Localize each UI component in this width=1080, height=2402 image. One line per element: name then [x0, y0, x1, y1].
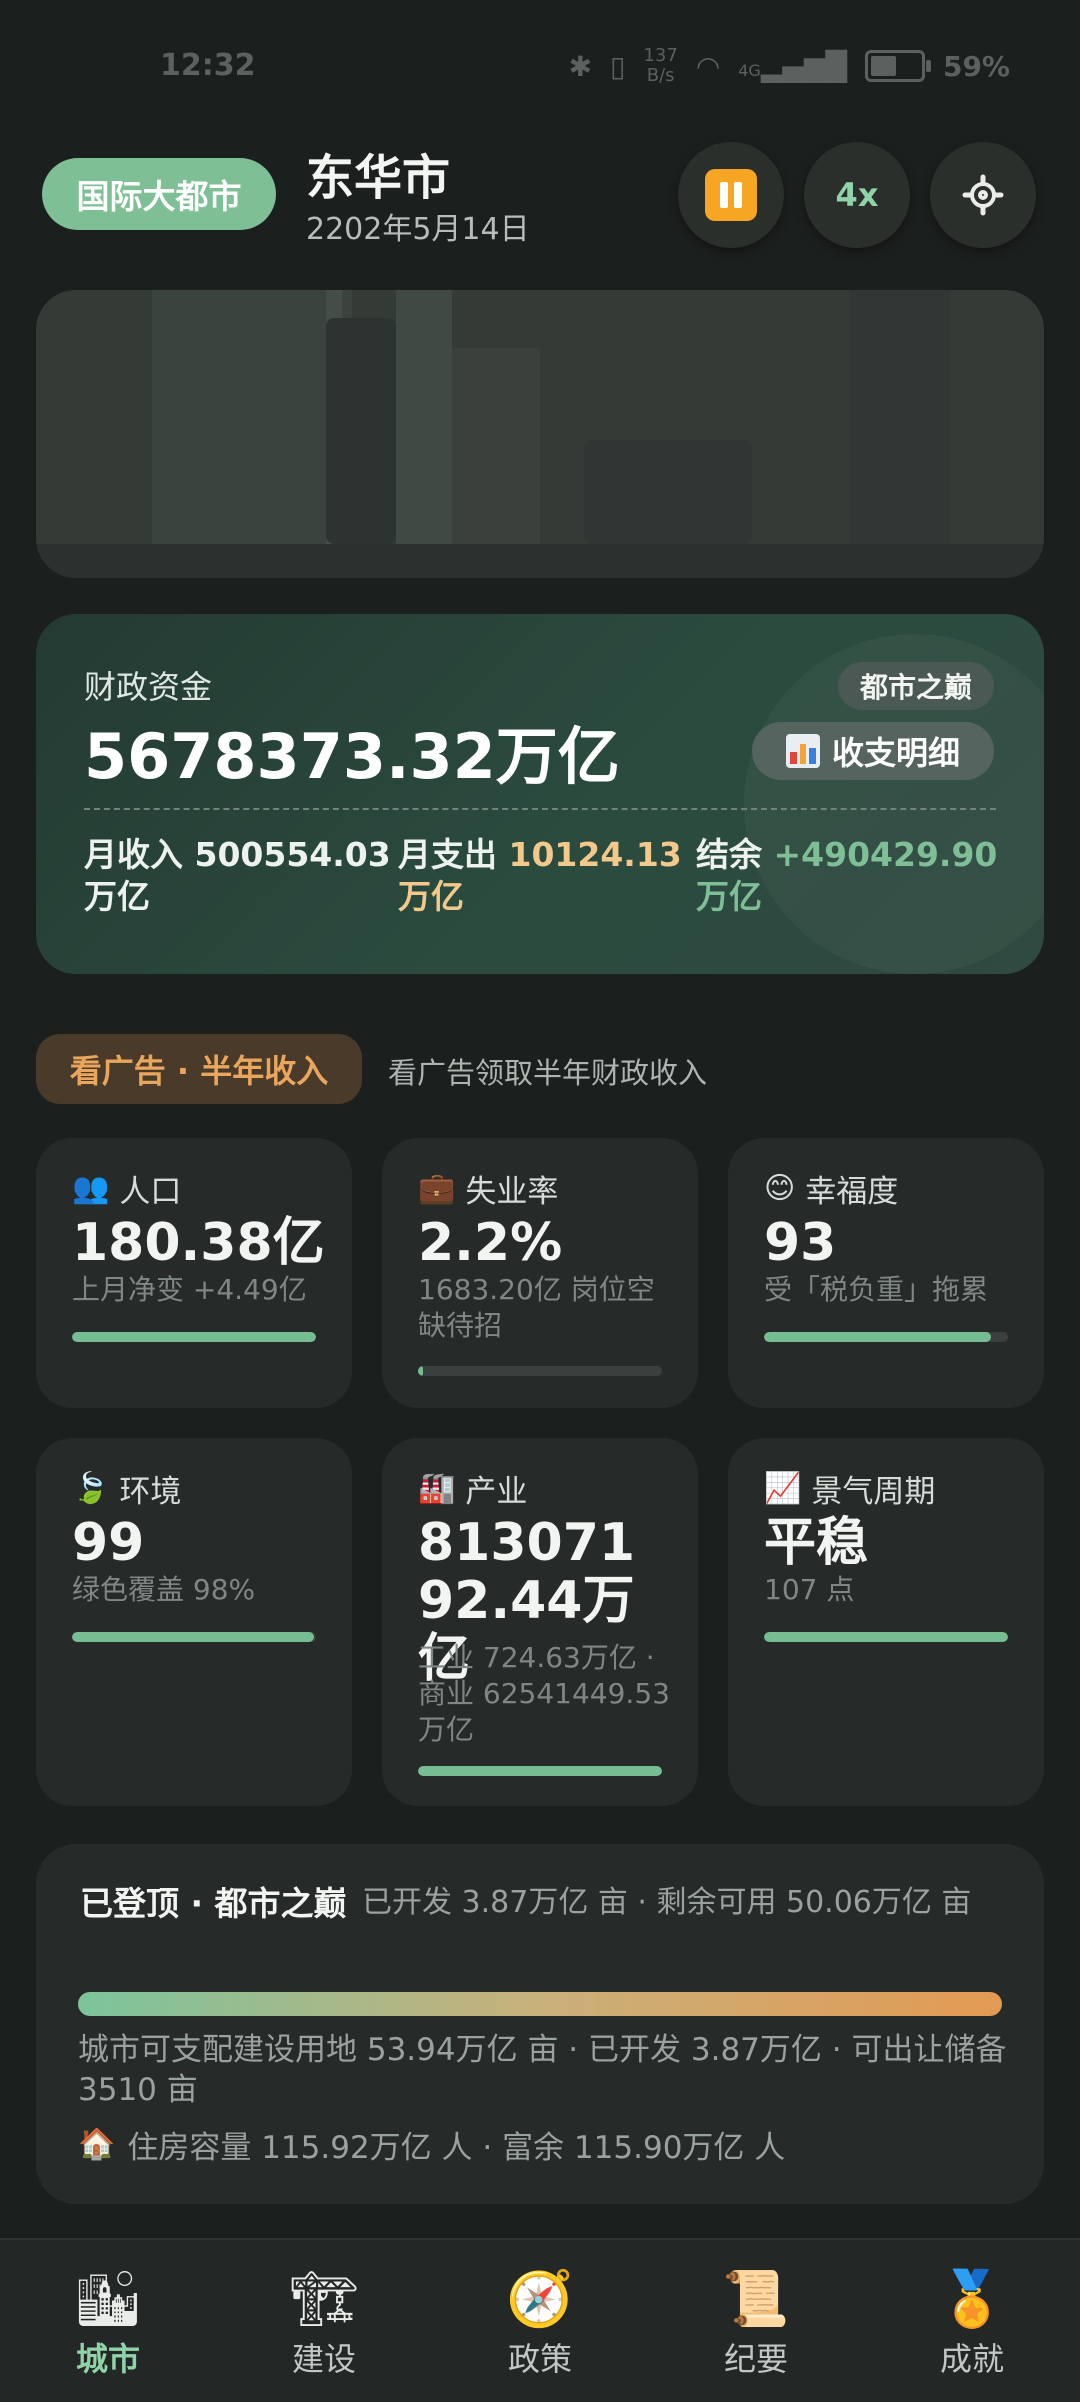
monthly-income: 月收入 500554.03 万亿: [84, 835, 391, 916]
leaf-icon: 🍃: [72, 1471, 110, 1506]
scroll-icon: 📜: [722, 2267, 790, 2330]
unemployment-card[interactable]: 💼 失业率 2.2% 1683.20亿 岗位空缺待招: [382, 1138, 698, 1408]
status-time: 12:32: [160, 48, 256, 83]
gear-icon: [962, 174, 1004, 216]
watch-ad-description: 看广告领取半年财政收入: [388, 1056, 708, 1090]
happiness-card[interactable]: 😊 幸福度 93 受「税负重」拖累: [728, 1138, 1044, 1408]
house-icon: 🏠: [78, 2127, 116, 2162]
surplus-unit: 万亿: [696, 877, 762, 916]
monthly-income-unit: 万亿: [84, 877, 150, 916]
land-developed: 已开发 3.87万亿 亩 · 剩余可用 50.06万亿 亩: [362, 1885, 972, 1920]
people-icon: 👥: [72, 1171, 110, 1206]
trend-chart-icon: 📈: [764, 1471, 802, 1506]
city-peak-badge: 都市之巅: [837, 662, 994, 710]
speed-button[interactable]: 4x: [804, 142, 910, 248]
housing-capacity: 住房容量 115.92万亿 人 · 富余 115.90万亿 人: [127, 2130, 786, 2166]
land-card: 已登顶 · 都市之巅 已开发 3.87万亿 亩 · 剩余可用 50.06万亿 亩…: [36, 1844, 1044, 2204]
environment-value: 99: [72, 1513, 145, 1573]
finance-label: 财政资金: [84, 668, 213, 706]
population-value: 180.38亿: [72, 1213, 325, 1273]
construction-crane-icon: 🏗: [289, 2267, 359, 2330]
population-sub: 上月净变 +4.49亿: [72, 1273, 307, 1306]
city-name: 东华市: [306, 150, 451, 206]
monthly-surplus: 结余 +490429.90 万亿: [696, 835, 998, 916]
status-bar: 12:32 ✱ ▯ 137 B/s ◠ 4G▂▄▆█ 59%: [0, 0, 1080, 130]
city-tier-badge[interactable]: 国际大都市: [42, 158, 276, 230]
happiness-sub: 受「税负重」拖累: [764, 1273, 989, 1306]
land-info: 城市可支配建设用地 53.94万亿 亩 · 已开发 3.87万亿 · 可出让储备…: [78, 2032, 1007, 2108]
business-cycle-card[interactable]: 📈 景气周期 平稳 107 点: [728, 1438, 1044, 1806]
factory-icon: 🏭: [418, 1471, 456, 1506]
business-cycle-sub: 107 点: [764, 1573, 855, 1606]
bottom-nav: 🏙 城市 🏗 建设 🧭 政策 📜 纪要 🏅 成就: [0, 2238, 1080, 2402]
monthly-income-value: 500554.03: [194, 835, 391, 874]
unemployment-bar: [418, 1366, 662, 1376]
population-card[interactable]: 👥 人口 180.38亿 上月净变 +4.49亿: [36, 1138, 352, 1408]
nav-item-city[interactable]: 🏙 城市: [0, 2240, 216, 2402]
cellular-signal-icon: 4G▂▄▆█: [738, 49, 847, 83]
population-bar: [72, 1332, 316, 1342]
monthly-expense-unit: 万亿: [398, 877, 464, 916]
nav-item-minutes[interactable]: 📜 纪要: [648, 2240, 864, 2402]
finance-card: 财政资金 5678373.32万亿 都市之巅 收支明细 月收入 500554.0…: [36, 614, 1044, 974]
industry-card[interactable]: 🏭 产业 81307192.44万亿 工业 724.63万亿 · 商业 62541…: [382, 1438, 698, 1806]
monthly-expense-value: 10124.13: [508, 835, 682, 874]
happiness-title: 幸福度: [805, 1174, 899, 1210]
detail-button-label: 收支明细: [831, 734, 960, 772]
briefcase-icon: 💼: [418, 1171, 456, 1206]
nav-item-policy[interactable]: 🧭 政策: [432, 2240, 648, 2402]
happiness-bar: [764, 1332, 1008, 1342]
wifi-icon: ◠: [695, 49, 721, 83]
business-cycle-value: 平稳: [764, 1513, 869, 1573]
net-speed: 137 B/s: [643, 45, 678, 86]
watch-ad-button[interactable]: 看广告 · 半年收入: [36, 1034, 362, 1104]
industry-title: 产业: [465, 1474, 528, 1510]
game-date: 2202年5月14日: [306, 212, 530, 247]
environment-title: 环境: [119, 1474, 182, 1510]
settings-button[interactable]: [930, 142, 1036, 248]
bluetooth-icon: ✱: [568, 49, 593, 83]
environment-sub: 绿色覆盖 98%: [72, 1573, 256, 1606]
land-progress-bar: [78, 1992, 1002, 2016]
speed-label: 4x: [835, 176, 879, 214]
business-cycle-title: 景气周期: [811, 1474, 936, 1510]
income-expense-detail-button[interactable]: 收支明细: [751, 722, 994, 780]
nav-item-achievements[interactable]: 🏅 成就: [864, 2240, 1080, 2402]
unemployment-sub: 1683.20亿 岗位空缺待招: [418, 1273, 655, 1342]
city-skyline-illustration: [36, 290, 1044, 578]
smile-icon: 😊: [764, 1171, 796, 1206]
divider: [84, 808, 996, 810]
industry-sub: 工业 724.63万亿 · 商业 62541449.53万亿: [418, 1641, 670, 1746]
medal-icon: 🏅: [938, 2267, 1006, 2330]
city-icon: 🏙: [73, 2267, 143, 2330]
surplus-value: +490429.90: [773, 835, 998, 874]
status-icons: ✱ ▯ 137 B/s ◠ 4G▂▄▆█ 59%: [569, 46, 1010, 86]
environment-bar: [72, 1632, 316, 1642]
finance-amount: 5678373.32万亿: [84, 720, 620, 793]
monthly-expense: 月支出 10124.13 万亿: [398, 835, 682, 916]
vibrate-icon: ▯: [610, 49, 626, 83]
pause-button[interactable]: [678, 142, 784, 248]
environment-card[interactable]: 🍃 环境 99 绿色覆盖 98%: [36, 1438, 352, 1806]
unemployment-value: 2.2%: [418, 1213, 563, 1273]
bar-chart-icon: [785, 734, 820, 768]
battery-percent: 59%: [942, 49, 1010, 83]
industry-bar: [418, 1766, 662, 1776]
battery-icon: [864, 50, 931, 82]
population-title: 人口: [119, 1174, 182, 1210]
happiness-value: 93: [764, 1213, 837, 1273]
compass-icon: 🧭: [506, 2267, 574, 2330]
pause-icon: [705, 169, 757, 221]
nav-item-construction[interactable]: 🏗 建设: [216, 2240, 432, 2402]
land-title: 已登顶 · 都市之巅: [80, 1884, 347, 1923]
business-cycle-bar: [764, 1632, 1008, 1642]
unemployment-title: 失业率: [465, 1174, 559, 1210]
